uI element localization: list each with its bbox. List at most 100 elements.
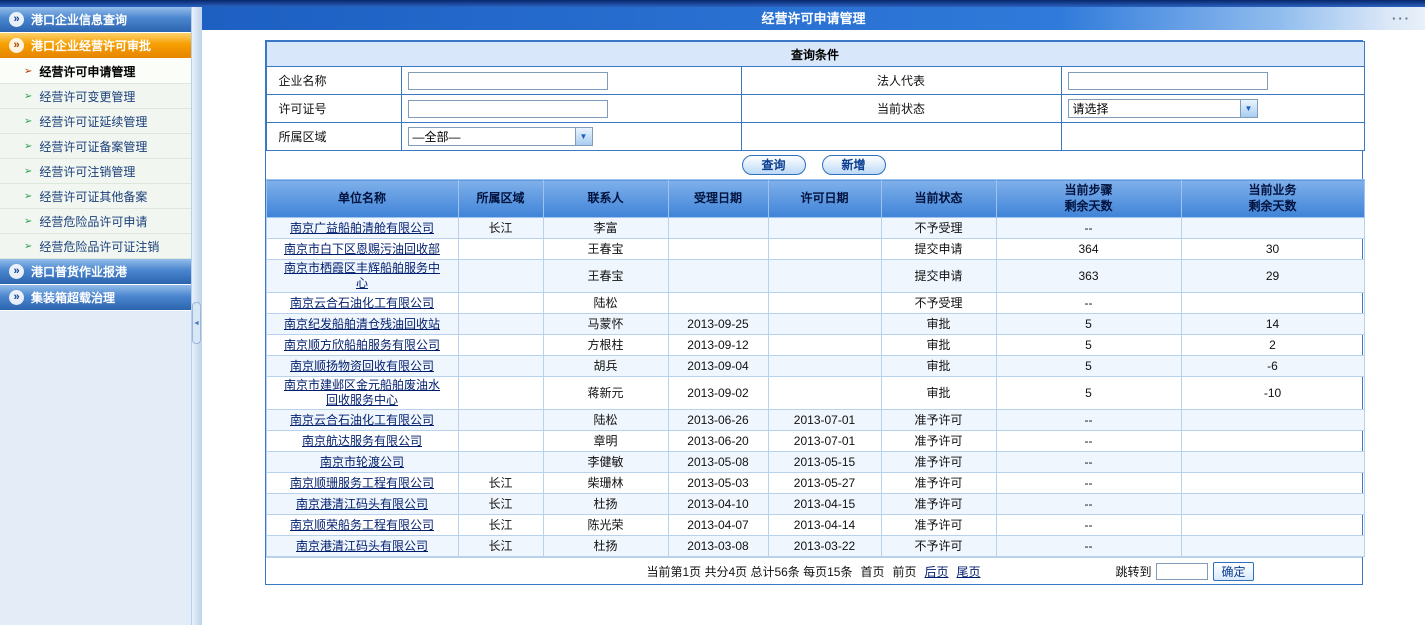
cell-step-days-left: -- bbox=[996, 536, 1181, 557]
company-link[interactable]: 南京云合石油化工有限公司 bbox=[290, 296, 434, 310]
cell-region: 长江 bbox=[458, 536, 543, 557]
content-panel: 查询条件 企业名称 法人代表 许可证号 当前状态 bbox=[265, 40, 1363, 585]
table-row: 南京市白下区恩赐污油回收部王春宝提交申请36430 bbox=[266, 239, 1364, 260]
collapse-handle[interactable]: ◄ bbox=[192, 302, 201, 344]
sidebar-group-2[interactable]: »港口普货作业报港 bbox=[0, 259, 191, 285]
region-select[interactable]: —全部— ▼ bbox=[408, 127, 593, 146]
cell-permit-date bbox=[768, 314, 881, 335]
cell-company: 南京航达服务有限公司 bbox=[266, 431, 458, 452]
double-arrow-icon: » bbox=[9, 290, 24, 305]
arrow-icon: ➢ bbox=[24, 66, 32, 77]
sidebar-item-1-4[interactable]: ➢经营许可注销管理 bbox=[0, 159, 191, 184]
cell-biz-days-left bbox=[1181, 515, 1364, 536]
company-link[interactable]: 南京纪发船舶清仓残油回收站 bbox=[284, 317, 440, 331]
sidebar-group-0[interactable]: »港口企业信息查询 bbox=[0, 7, 191, 33]
arrow-icon: ➢ bbox=[24, 141, 32, 152]
cell-permit-date: 2013-07-01 bbox=[768, 410, 881, 431]
cell-biz-days-left: -10 bbox=[1181, 377, 1364, 410]
company-link[interactable]: 南京市白下区恩赐污油回收部 bbox=[284, 242, 440, 256]
company-name-input[interactable] bbox=[408, 72, 608, 90]
search-button[interactable]: 查询 bbox=[742, 155, 806, 175]
sidebar-item-1-5[interactable]: ➢经营许可证其他备案 bbox=[0, 184, 191, 209]
cell-permit-date bbox=[768, 293, 881, 314]
company-link[interactable]: 南京市建邺区金元船舶废油水回收服务中心 bbox=[284, 378, 440, 407]
pager-first: 首页 bbox=[860, 563, 884, 580]
cell-contact: 方根柱 bbox=[543, 335, 668, 356]
cell-region bbox=[458, 239, 543, 260]
arrow-icon: ➢ bbox=[24, 216, 32, 227]
pager-last[interactable]: 尾页 bbox=[957, 563, 981, 580]
cell-permit-date bbox=[768, 356, 881, 377]
company-link[interactable]: 南京市栖霞区丰辉船舶服务中心 bbox=[284, 261, 440, 290]
company-link[interactable]: 南京顺方欣船舶服务有限公司 bbox=[284, 338, 440, 352]
sidebar-item-1-2[interactable]: ➢经营许可证延续管理 bbox=[0, 109, 191, 134]
cell-biz-days-left bbox=[1181, 431, 1364, 452]
cell-region bbox=[458, 356, 543, 377]
sidebar-item-1-7[interactable]: ➢经营危险品许可证注销 bbox=[0, 234, 191, 259]
cell-accept-date bbox=[668, 260, 768, 293]
sidebar-item-1-0[interactable]: ➢经营许可申请管理 bbox=[0, 59, 191, 84]
table-row: 南京市轮渡公司李健敏2013-05-082013-05-15准予许可-- bbox=[266, 452, 1364, 473]
page-title: 经营许可申请管理 bbox=[761, 11, 865, 26]
add-button[interactable]: 新增 bbox=[822, 155, 886, 175]
cell-status: 准予许可 bbox=[881, 431, 996, 452]
cell-accept-date: 2013-05-08 bbox=[668, 452, 768, 473]
jump-page-input[interactable] bbox=[1156, 563, 1208, 580]
sidebar-item-1-3[interactable]: ➢经营许可证备案管理 bbox=[0, 134, 191, 159]
cell-biz-days-left bbox=[1181, 293, 1364, 314]
cell-permit-date: 2013-05-27 bbox=[768, 473, 881, 494]
cell-company: 南京市白下区恩赐污油回收部 bbox=[266, 239, 458, 260]
sidebar-group-1[interactable]: »港口企业经营许可审批 bbox=[0, 33, 191, 59]
cell-region: 长江 bbox=[458, 494, 543, 515]
cell-contact: 柴珊林 bbox=[543, 473, 668, 494]
cell-region: 长江 bbox=[458, 515, 543, 536]
sidebar-item-label: 经营危险品许可申请 bbox=[39, 213, 147, 230]
cell-accept-date bbox=[668, 239, 768, 260]
confirm-button[interactable]: 确定 bbox=[1213, 562, 1253, 581]
cell-biz-days-left bbox=[1181, 536, 1364, 557]
company-link[interactable]: 南京港清江码头有限公司 bbox=[296, 539, 428, 553]
cell-biz-days-left bbox=[1181, 452, 1364, 473]
status-cell: 请选择 ▼ bbox=[1061, 95, 1364, 123]
table-header-row: 单位名称所属区域联系人受理日期许可日期当前状态当前步骤 剩余天数当前业务 剩余天… bbox=[266, 180, 1364, 218]
arrow-icon: ➢ bbox=[24, 241, 32, 252]
cell-company: 南京港清江码头有限公司 bbox=[266, 494, 458, 515]
cell-region bbox=[458, 314, 543, 335]
company-link[interactable]: 南京广益船舶清舱有限公司 bbox=[290, 221, 434, 235]
sidebar-item-1-1[interactable]: ➢经营许可变更管理 bbox=[0, 84, 191, 109]
company-link[interactable]: 南京顺扬物资回收有限公司 bbox=[290, 359, 434, 373]
sidebar-group-label: 港口普货作业报港 bbox=[31, 263, 127, 280]
cell-contact: 陆松 bbox=[543, 293, 668, 314]
cell-step-days-left: -- bbox=[996, 452, 1181, 473]
company-link[interactable]: 南京顺珊服务工程有限公司 bbox=[290, 476, 434, 490]
company-link[interactable]: 南京航达服务有限公司 bbox=[302, 434, 422, 448]
legal-rep-input[interactable] bbox=[1068, 72, 1268, 90]
cell-status: 准予许可 bbox=[881, 473, 996, 494]
arrow-icon: ➢ bbox=[24, 116, 32, 127]
company-link[interactable]: 南京云合石油化工有限公司 bbox=[290, 413, 434, 427]
cell-permit-date bbox=[768, 218, 881, 239]
cell-accept-date bbox=[668, 293, 768, 314]
cell-contact: 胡兵 bbox=[543, 356, 668, 377]
cell-region bbox=[458, 293, 543, 314]
company-link[interactable]: 南京市轮渡公司 bbox=[320, 455, 404, 469]
chevron-down-icon: ▼ bbox=[1240, 100, 1257, 117]
cell-contact: 杜扬 bbox=[543, 494, 668, 515]
cell-status: 不予受理 bbox=[881, 293, 996, 314]
company-link[interactable]: 南京港清江码头有限公司 bbox=[296, 497, 428, 511]
sidebar-item-1-6[interactable]: ➢ 经营危险品许可申请 bbox=[0, 209, 191, 234]
license-no-input[interactable] bbox=[408, 100, 608, 118]
pagination-summary: 当前第1页 共分4页 总计56条 每页15条 bbox=[646, 563, 852, 580]
col-header-permit-date: 许可日期 bbox=[768, 180, 881, 218]
cell-status: 准予许可 bbox=[881, 410, 996, 431]
status-select[interactable]: 请选择 ▼ bbox=[1068, 99, 1258, 118]
pager-prev: 前页 bbox=[893, 563, 917, 580]
sidebar-group-3[interactable]: »集装箱超载治理 bbox=[0, 285, 191, 311]
company-link[interactable]: 南京顺荣船务工程有限公司 bbox=[290, 518, 434, 532]
content-area: 查询条件 企业名称 法人代表 许可证号 当前状态 bbox=[202, 30, 1425, 625]
cell-company: 南京顺扬物资回收有限公司 bbox=[266, 356, 458, 377]
cell-biz-days-left bbox=[1181, 218, 1364, 239]
pager-next[interactable]: 后页 bbox=[925, 563, 949, 580]
license-no-label: 许可证号 bbox=[266, 95, 401, 123]
cell-permit-date: 2013-05-15 bbox=[768, 452, 881, 473]
